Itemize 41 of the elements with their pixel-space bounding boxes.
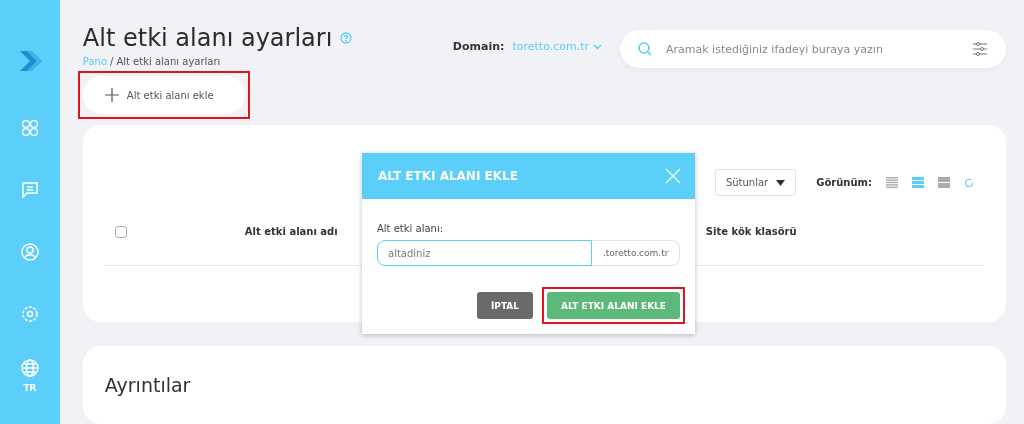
chat-icon [20, 181, 39, 199]
section-title: Ayrıntılar [104, 374, 192, 396]
column-header: Alt etki alanı adı [244, 226, 338, 237]
view-icon [886, 176, 898, 189]
search-field[interactable]: Aramak istediğiniz ifadeyi buraya yazın [620, 30, 1006, 68]
filter-icon[interactable] [972, 41, 988, 57]
column-header: Site kök klasörü [705, 226, 797, 237]
close-button[interactable] [665, 168, 681, 184]
page-title: Alt etki alanı ayarları [82, 24, 333, 52]
sidebar-item[interactable] [20, 305, 39, 323]
plus-icon [104, 88, 119, 102]
help-icon[interactable] [340, 32, 353, 44]
view-label: Görünüm: [816, 177, 872, 188]
dialog-title: ALT ETKI ALANI EKLE [378, 169, 518, 183]
add-subdomain-button[interactable]: Alt etki alanı ekle [82, 76, 245, 114]
apps-icon [20, 119, 39, 137]
subdomain-input[interactable]: altadiniz [377, 240, 593, 266]
breadcrumb-separator: / [110, 56, 114, 67]
sidebar-item[interactable] [20, 243, 39, 261]
settings-icon [20, 305, 39, 323]
select-all-checkbox[interactable] [114, 225, 127, 238]
view-toggle[interactable] [912, 176, 924, 189]
view-icon [912, 176, 924, 189]
view-icon [938, 176, 950, 189]
sidebar-item[interactable] [20, 359, 39, 377]
domain-suffix: .toretto.com.tr [592, 240, 680, 266]
columns-dropdown[interactable]: Sütunlar [714, 169, 797, 196]
search-icon [638, 42, 652, 56]
globe-icon [20, 359, 39, 377]
breadcrumb-current: Alt etki alanı ayarları [116, 56, 221, 67]
field-label: Alt etki alanı: [377, 223, 445, 234]
sidebar-item[interactable] [20, 181, 39, 199]
refresh-icon[interactable] [964, 177, 974, 188]
user-icon [20, 243, 39, 261]
view-toggle[interactable] [938, 176, 950, 189]
chevron-down-icon [593, 43, 602, 50]
caret-icon [776, 179, 786, 186]
sidebar-item[interactable] [20, 119, 39, 137]
view-toggle[interactable] [886, 176, 898, 189]
cancel-button[interactable]: İPTAL [477, 292, 534, 319]
domain-label: Domain: [452, 40, 505, 53]
